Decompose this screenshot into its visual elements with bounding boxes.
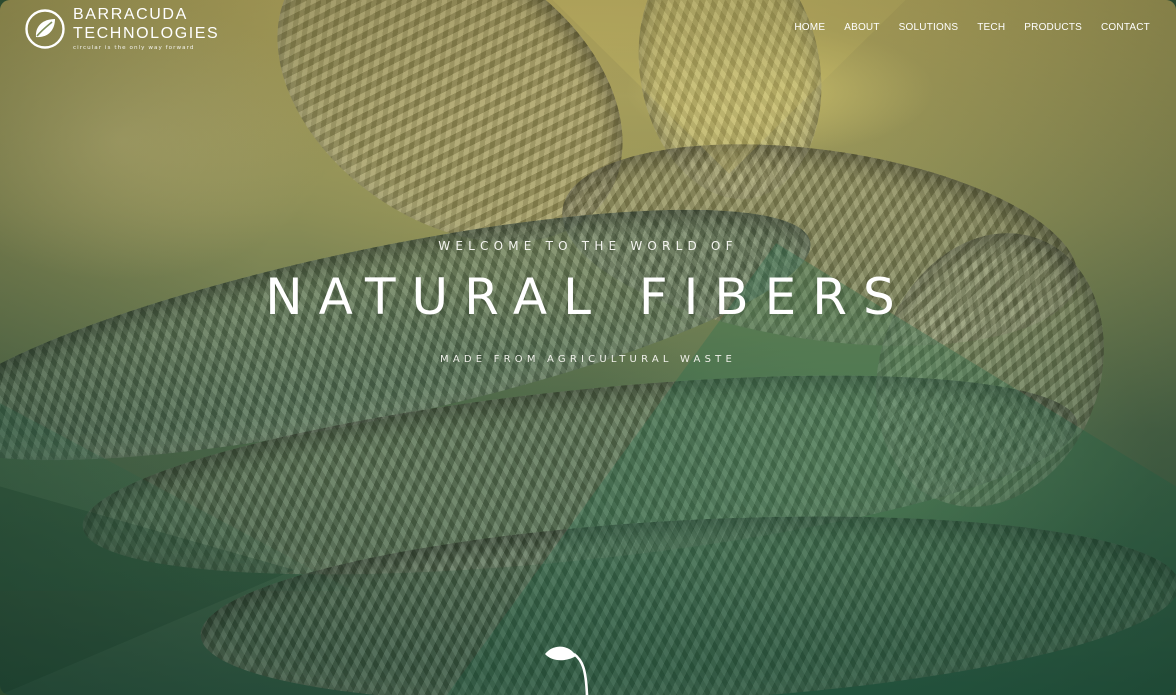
brand-name-line1: BARRACUDA bbox=[73, 6, 188, 23]
nav-item-home[interactable]: HOME bbox=[794, 22, 825, 33]
hero-eyebrow: WELCOME TO THE WORLD OF bbox=[438, 239, 738, 253]
brand-name-line2: TECHNOLOGIES bbox=[73, 25, 220, 42]
nav-item-solutions[interactable]: SOLUTIONS bbox=[899, 22, 959, 33]
leaf-circle-logo-icon bbox=[25, 9, 65, 49]
sprout-icon[interactable] bbox=[540, 640, 596, 695]
brand-tagline: circular is the only way forward bbox=[73, 45, 195, 51]
nav-item-contact[interactable]: CONTACT bbox=[1101, 22, 1150, 33]
nav-item-about[interactable]: ABOUT bbox=[844, 22, 879, 33]
nav-item-tech[interactable]: TECH bbox=[977, 22, 1005, 33]
main-nav: HOME ABOUT SOLUTIONS TECH PRODUCTS CONTA… bbox=[794, 22, 1150, 33]
brand-logo-link[interactable]: BARRACUDA TECHNOLOGIES circular is the o… bbox=[24, 7, 219, 52]
background-vignette bbox=[0, 0, 1176, 695]
hero-section: BARRACUDA TECHNOLOGIES circular is the o… bbox=[0, 0, 1176, 695]
nav-item-products[interactable]: PRODUCTS bbox=[1024, 22, 1082, 33]
hero-title: NATURAL FIBERS bbox=[265, 268, 911, 326]
hero-subtitle: MADE FROM AGRICULTURAL WASTE bbox=[440, 354, 736, 365]
